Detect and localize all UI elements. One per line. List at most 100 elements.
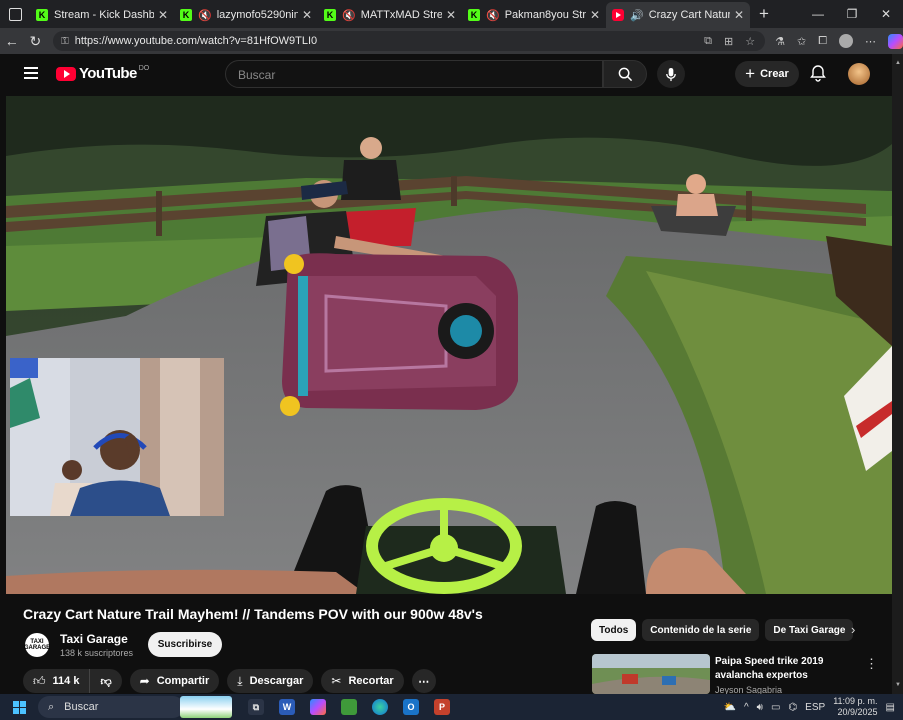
- more-horizontal-icon: ⋯: [418, 675, 430, 688]
- voice-search-button[interactable]: [657, 60, 685, 88]
- recommended-title[interactable]: Paipa Speed trike 2019 avalancha experto…: [715, 655, 845, 683]
- clip-button[interactable]: ✂ Recortar: [321, 669, 404, 693]
- chip-all[interactable]: Todos: [591, 619, 637, 641]
- collections-icon[interactable]: ⧠: [818, 35, 827, 48]
- page-scrollbar[interactable]: ▲ ▼: [892, 54, 903, 694]
- copilot-app-icon[interactable]: [310, 699, 326, 715]
- download-button[interactable]: ⤓ Descargar: [227, 669, 314, 693]
- kick-favicon-icon: K: [324, 9, 336, 21]
- tab-title: Pakman8you Stream: [504, 9, 586, 21]
- download-icon: ⤓: [237, 673, 243, 688]
- subscribe-button[interactable]: Suscribirse: [148, 632, 222, 657]
- speaker-icon[interactable]: 🔊: [630, 9, 644, 22]
- copilot-icon[interactable]: [888, 33, 903, 49]
- kick-favicon-icon: K: [180, 9, 192, 21]
- chip-series[interactable]: Contenido de la serie: [642, 619, 760, 641]
- webcam-frame: [10, 358, 224, 516]
- word-icon[interactable]: W: [279, 699, 295, 715]
- share-button[interactable]: ➦ Compartir: [129, 669, 220, 693]
- browser-tab-active[interactable]: 🔊 Crazy Cart Nature Tra ✕: [606, 2, 750, 28]
- favorite-star-icon[interactable]: ☆: [745, 35, 755, 48]
- create-button[interactable]: + Crear: [735, 61, 799, 87]
- muted-speaker-icon[interactable]: 🔇: [486, 9, 500, 22]
- search-input[interactable]: [226, 61, 580, 89]
- close-tab-icon[interactable]: ✕: [590, 8, 600, 22]
- chip-from-channel[interactable]: De Taxi Garage: [765, 619, 854, 641]
- close-tab-icon[interactable]: ✕: [158, 8, 168, 22]
- language-indicator[interactable]: ESP: [805, 702, 825, 713]
- edge-icon[interactable]: [372, 699, 388, 715]
- app-install-icon[interactable]: ⊞: [724, 35, 733, 48]
- microphone-icon: [666, 67, 676, 81]
- tab-title: lazymofo5290nine St: [216, 9, 298, 21]
- picture-in-picture-icon[interactable]: ⧉: [704, 35, 712, 48]
- weather-icon[interactable]: ⛅: [724, 702, 736, 713]
- search-box: [225, 60, 603, 89]
- volume-icon[interactable]: 🔊︎: [757, 702, 763, 713]
- task-view-icon[interactable]: ⧉: [248, 699, 264, 715]
- network-icon[interactable]: ⌬: [788, 702, 797, 713]
- like-button[interactable]: 👍︎ 114 k: [23, 669, 91, 693]
- notifications-button[interactable]: [810, 64, 826, 87]
- notification-center-icon[interactable]: ▤: [886, 702, 895, 713]
- close-tab-icon[interactable]: ✕: [302, 8, 312, 22]
- favorites-icon[interactable]: ✩: [797, 35, 806, 48]
- more-vertical-icon[interactable]: ⋮: [865, 656, 878, 672]
- tray-chevron-up-icon[interactable]: ^: [744, 702, 749, 713]
- tab-actions-button[interactable]: [0, 0, 30, 28]
- outlook-icon[interactable]: O: [403, 699, 419, 715]
- site-info-icon[interactable]: ⚿: [61, 36, 69, 47]
- windows-taskbar: ⌕ Buscar ⧉ W O P ⛅ ^ 🔊︎ ▭ ⌬ ESP 11:09 p.…: [0, 694, 903, 720]
- video-player[interactable]: [6, 96, 892, 594]
- chevron-right-icon[interactable]: ›: [851, 622, 855, 637]
- browser-tab[interactable]: K 🔇 Pakman8you Stream ✕: [462, 2, 606, 28]
- profile-avatar-icon[interactable]: [839, 34, 853, 48]
- refresh-icon[interactable]: ↻: [24, 33, 48, 50]
- new-tab-button[interactable]: +: [750, 4, 778, 24]
- share-label: Compartir: [156, 675, 210, 687]
- hamburger-menu-icon[interactable]: [24, 67, 38, 82]
- start-button[interactable]: [0, 700, 38, 714]
- taskbar-apps: ⧉ W O P: [248, 699, 450, 715]
- tab-actions-icon: [8, 7, 22, 21]
- recommended-thumbnail[interactable]: [592, 654, 710, 694]
- browser-tab[interactable]: K Stream - Kick Dashboard ✕: [30, 2, 174, 28]
- back-arrow-icon[interactable]: ←: [0, 33, 24, 49]
- battery-icon[interactable]: ▭: [771, 702, 780, 713]
- browser-tab[interactable]: K 🔇 MATTxMAD Stream - ✕: [318, 2, 462, 28]
- minimize-icon[interactable]: —: [801, 7, 835, 21]
- filter-chips: Todos Contenido de la serie De Taxi Gara…: [591, 619, 854, 641]
- close-tab-icon[interactable]: ✕: [446, 8, 456, 22]
- channel-avatar[interactable]: TAXI GARAGE: [24, 633, 50, 657]
- share-icon: ➦: [139, 674, 150, 688]
- search-button[interactable]: [603, 60, 647, 88]
- create-label: Crear: [760, 68, 789, 80]
- url-field[interactable]: ⚿ https://www.youtube.com/watch?v=81HfOW…: [53, 31, 766, 51]
- scroll-up-icon[interactable]: ▲: [895, 60, 901, 66]
- kick-favicon-icon: K: [468, 9, 480, 21]
- minecraft-icon[interactable]: [341, 699, 357, 715]
- channel-name[interactable]: Taxi Garage: [60, 632, 128, 646]
- bell-icon: [810, 65, 826, 82]
- youtube-logo[interactable]: YouTube DO: [56, 65, 149, 82]
- more-menu-icon[interactable]: ⋯: [865, 35, 876, 48]
- account-avatar[interactable]: [848, 63, 870, 85]
- muted-speaker-icon[interactable]: 🔇: [342, 9, 356, 22]
- taskbar-search[interactable]: ⌕ Buscar: [38, 696, 184, 718]
- muted-speaker-icon[interactable]: 🔇: [198, 9, 212, 22]
- close-window-icon[interactable]: ✕: [869, 7, 903, 21]
- search-highlight-image[interactable]: [180, 696, 232, 718]
- powerpoint-icon[interactable]: P: [434, 699, 450, 715]
- system-tray: ⛅ ^ 🔊︎ ▭ ⌬ ESP 11:09 p. m. 20/9/2025 ▤: [724, 696, 903, 718]
- extension-icon[interactable]: ⚗: [775, 35, 785, 48]
- restore-icon[interactable]: ❐: [835, 7, 869, 21]
- more-actions-button[interactable]: ⋯: [411, 669, 436, 693]
- clock[interactable]: 11:09 p. m. 20/9/2025: [833, 696, 877, 718]
- dislike-button[interactable]: 👎︎: [90, 669, 122, 693]
- close-tab-icon[interactable]: ✕: [734, 8, 744, 22]
- scroll-down-icon[interactable]: ▼: [895, 682, 901, 688]
- address-bar-row: ← ↻ ⚿ https://www.youtube.com/watch?v=81…: [0, 28, 903, 54]
- browser-tab[interactable]: K 🔇 lazymofo5290nine St ✕: [174, 2, 318, 28]
- youtube-favicon-icon: [612, 9, 624, 21]
- window-controls: — ❐ ✕: [801, 7, 903, 21]
